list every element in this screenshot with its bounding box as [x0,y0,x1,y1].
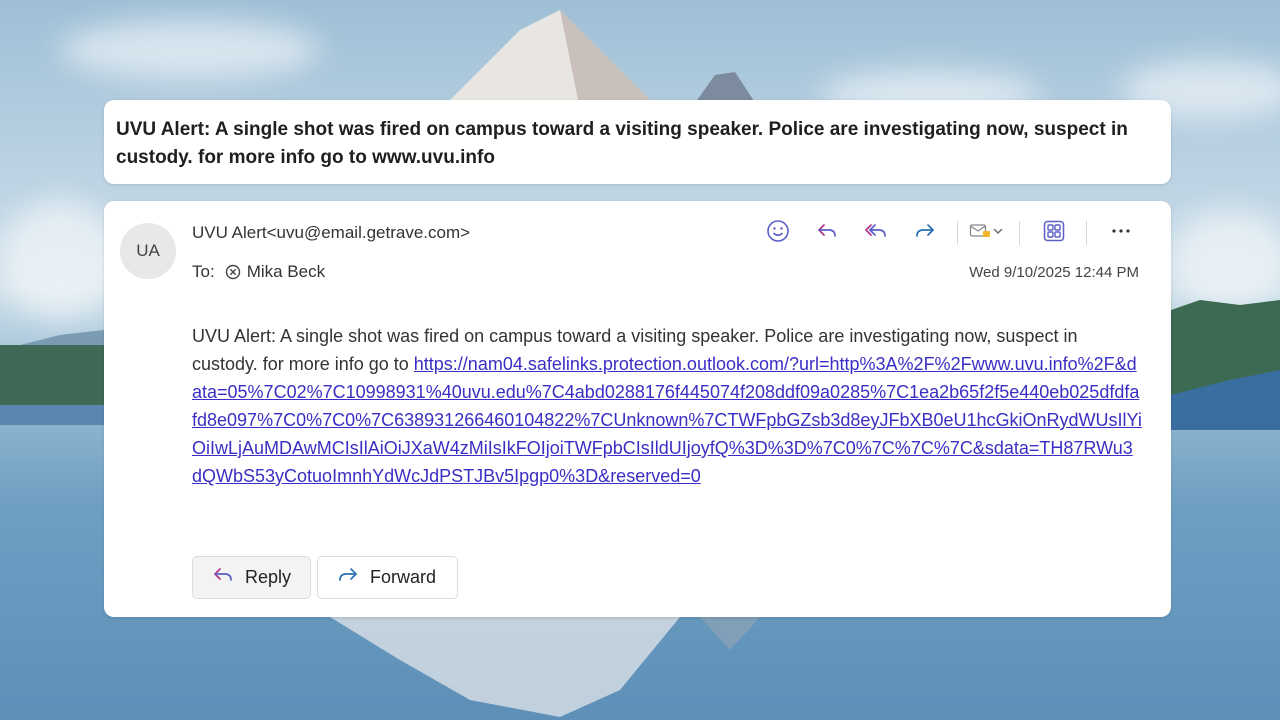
message-toolbar [749,218,1141,248]
toolbar-divider [1086,221,1087,245]
forward-icon [913,219,937,248]
message-body: UVU Alert: A single shot was fired on ca… [192,322,1142,490]
toolbar-divider [957,221,958,245]
recipient-name[interactable]: Mika Beck [247,262,325,282]
recipient-line: To: Mika Beck [192,262,325,282]
reply-toolbar-button[interactable] [807,218,847,248]
message-date: Wed 9/10/2025 12:44 PM [969,264,1139,281]
forward-icon [336,563,360,592]
toolbar-divider [1019,221,1020,245]
reply-button-label: Reply [245,567,292,587]
immersive-reader-icon [1042,219,1066,248]
reply-all-icon [863,219,889,248]
forward-button-label: Forward [370,567,437,587]
message-card: UA UVU Alert<uvu@email.getrave.com> To: … [104,201,1171,617]
forward-button[interactable]: Forward [317,556,458,599]
reply-button[interactable]: Reply [192,556,311,599]
immersive-reader-button[interactable] [1034,218,1074,248]
reply-all-toolbar-button[interactable] [856,218,896,248]
to-label: To: [192,262,215,281]
sender-avatar[interactable]: UA [120,223,176,279]
emoji-reaction-button[interactable] [758,218,798,248]
subject-card: UVU Alert: A single shot was fired on ca… [104,100,1171,184]
reply-icon [815,219,839,248]
sender-name[interactable]: UVU Alert<uvu@email.getrave.com> [192,223,470,243]
forward-toolbar-button[interactable] [905,218,945,248]
apps-dropdown-button[interactable] [989,218,1007,248]
email-subject: UVU Alert: A single shot was fired on ca… [116,119,1128,168]
reply-icon [211,563,235,592]
chevron-down-icon [992,224,1004,242]
more-actions-button[interactable] [1101,218,1141,248]
more-icon [1109,219,1133,248]
remove-recipient-icon[interactable] [225,264,241,280]
emoji-icon [766,219,790,248]
